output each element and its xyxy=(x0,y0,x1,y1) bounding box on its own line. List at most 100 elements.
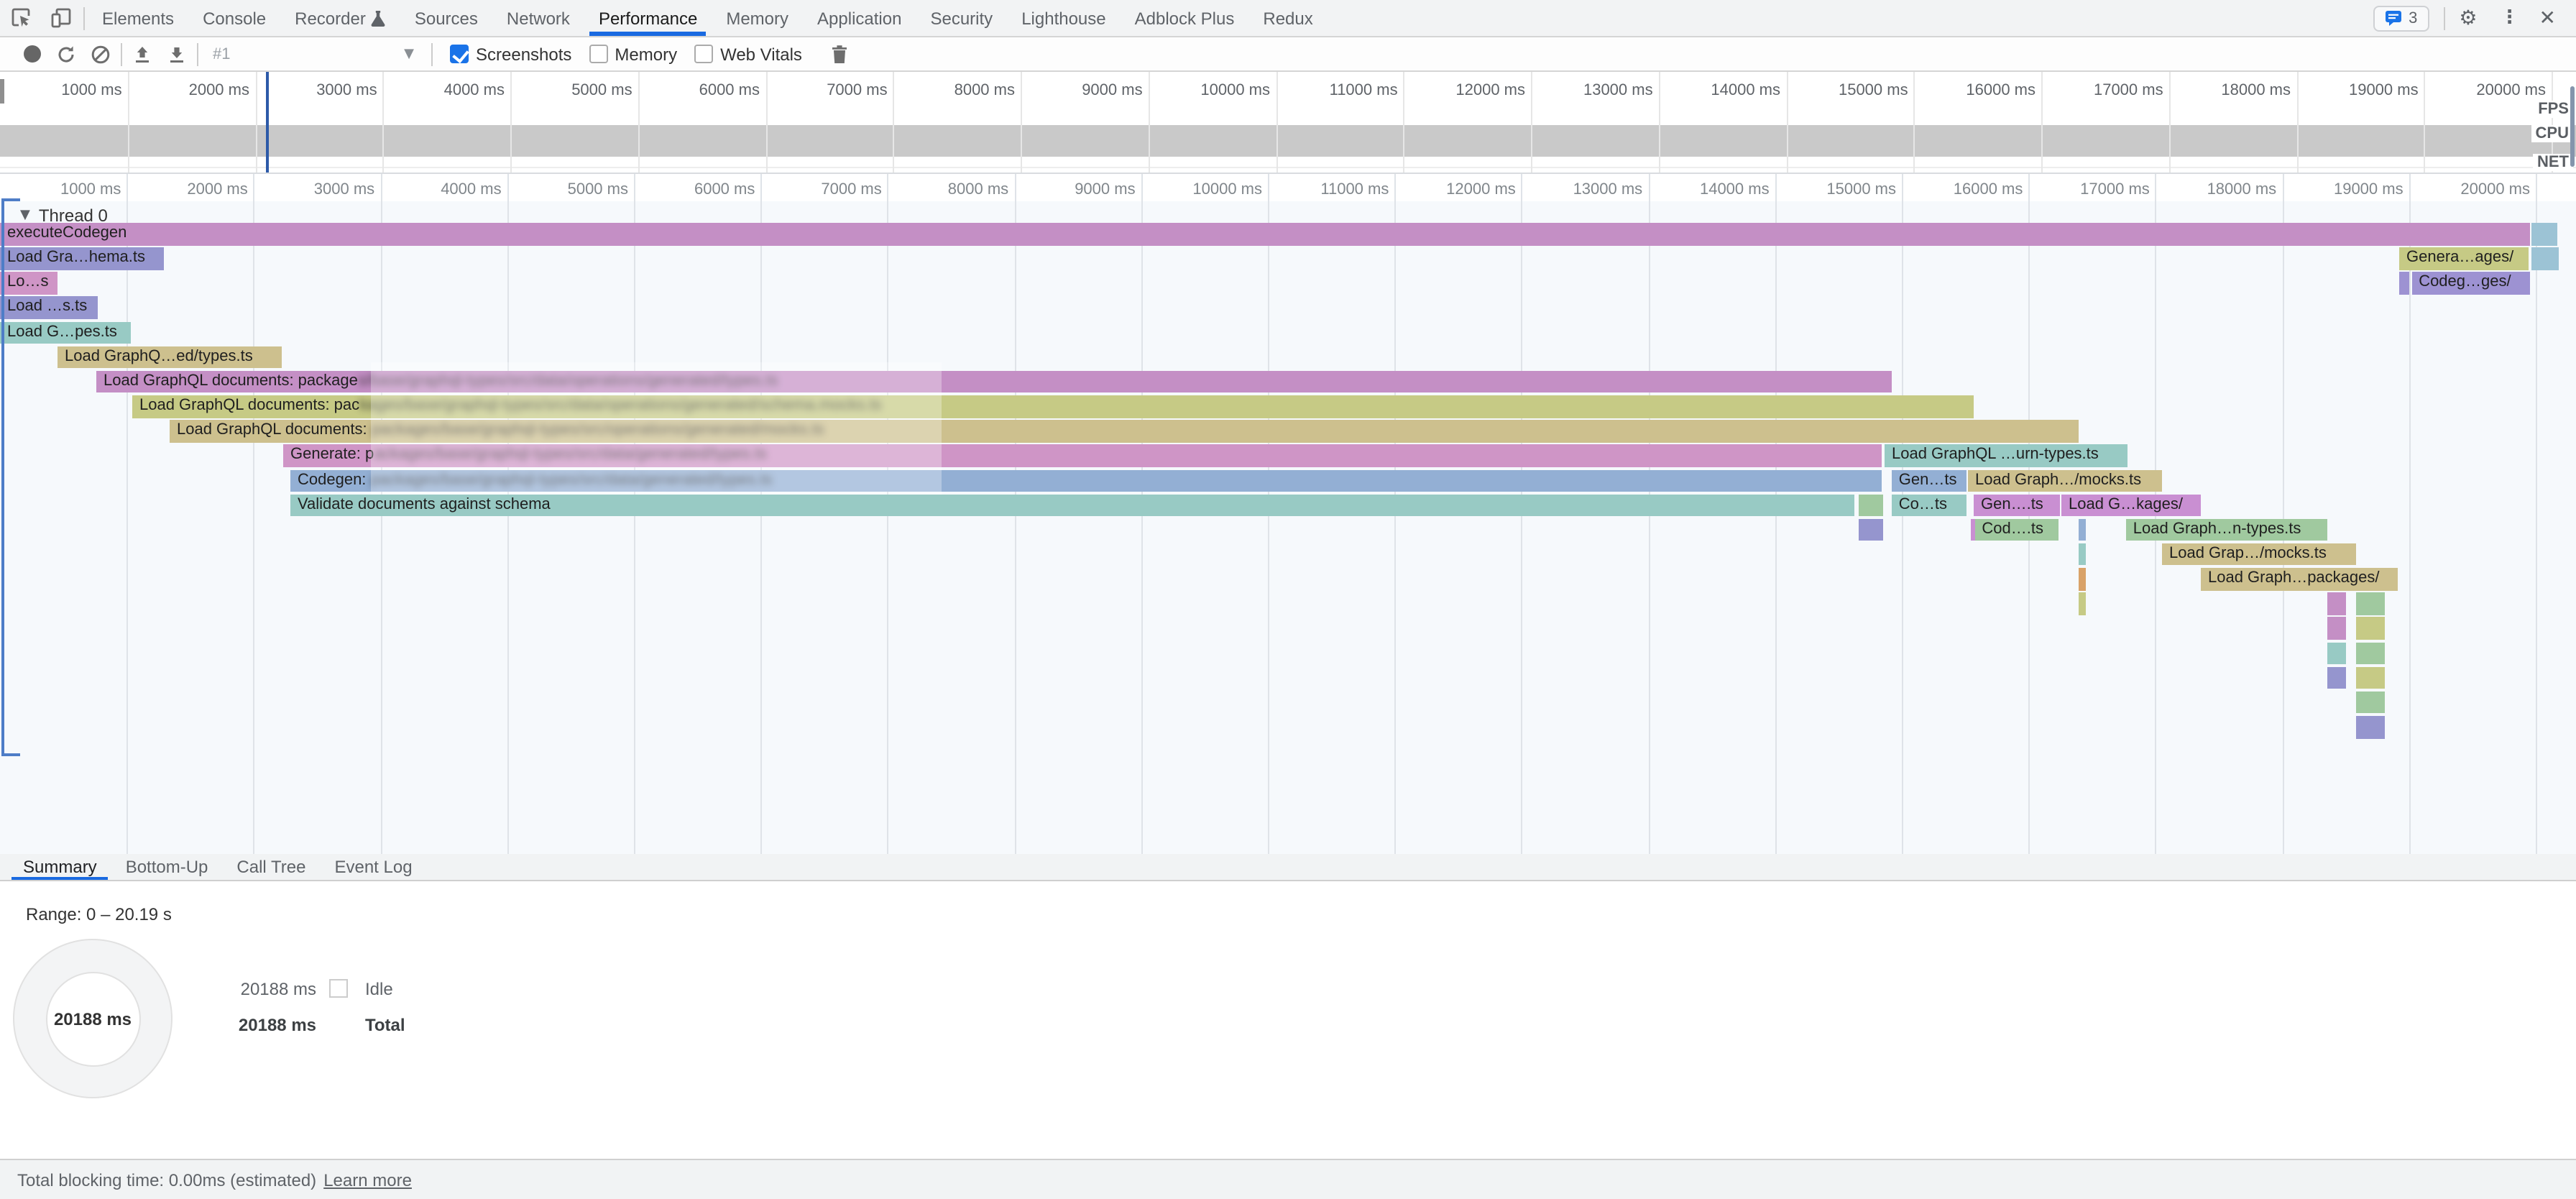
tab-label: Network xyxy=(507,8,570,28)
flame-bar-load-gra-hema-ts[interactable]: Load Gra…hema.ts xyxy=(0,247,164,270)
flame-bar-co-ts[interactable]: Co…ts xyxy=(1892,494,1966,516)
flame-bar-load-graph-n-types-ts[interactable]: Load Graph…n-types.ts xyxy=(2126,519,2327,541)
timeline-overview[interactable]: FPS CPU NET 1000 ms2000 ms3000 ms4000 ms… xyxy=(0,72,2576,174)
flame-bar[interactable] xyxy=(2531,223,2557,245)
details-tab-summary[interactable]: Summary xyxy=(9,854,111,880)
overview-scrollbar[interactable] xyxy=(2570,86,2575,167)
tab-elements[interactable]: Elements xyxy=(88,0,188,36)
selection-bracket[interactable] xyxy=(1,198,4,756)
flame-bar-codegen[interactable]: Codegen: packages/base/graphql-types/src… xyxy=(290,469,1882,492)
flame-bar[interactable] xyxy=(2079,519,2086,541)
screenshots-checkbox-box[interactable] xyxy=(450,45,469,63)
checkbox-web-vitals[interactable]: Web Vitals xyxy=(694,44,802,64)
inspect-element-icon[interactable] xyxy=(0,0,40,36)
tab-console[interactable]: Console xyxy=(188,0,280,36)
web-vitals-checkbox-box[interactable] xyxy=(694,45,713,63)
save-profile-icon[interactable] xyxy=(160,38,194,70)
tab-performance[interactable]: Performance xyxy=(584,0,712,36)
flame-bar-load-s-ts[interactable]: Load …s.ts xyxy=(0,297,98,319)
overview-tick-label: 19000 ms xyxy=(2349,82,2419,99)
flame-bar[interactable] xyxy=(2327,642,2346,664)
overview-tick-label: 14000 ms xyxy=(1711,82,1780,99)
flame-bar-generate-p[interactable]: Generate: packages/base/graphql-types/sr… xyxy=(283,445,1882,467)
overview-tick-label: 2000 ms xyxy=(189,82,249,99)
flame-bar-load-g-pes-ts[interactable]: Load G…pes.ts xyxy=(0,321,131,344)
flame-bar-load-graphql-documents-package[interactable]: Load GraphQL documents: packages/base/gr… xyxy=(96,371,1891,393)
tab-sources[interactable]: Sources xyxy=(400,0,492,36)
reload-and-record-button[interactable] xyxy=(49,38,83,70)
flame-bar[interactable] xyxy=(2327,617,2346,640)
tab-adblock-plus[interactable]: Adblock Plus xyxy=(1121,0,1249,36)
flame-bar-load-graphql-documents[interactable]: Load GraphQL documents: packages/base/gr… xyxy=(170,420,2079,442)
flame-bar-lo-s[interactable]: Lo…s xyxy=(0,272,58,295)
record-button[interactable] xyxy=(14,38,49,70)
ruler-tick-label: 6000 ms xyxy=(694,181,755,198)
tab-security[interactable]: Security xyxy=(916,0,1007,36)
details-tab-event-log[interactable]: Event Log xyxy=(320,854,426,880)
flame-bar-load-graphq-ed-types-ts[interactable]: Load GraphQ…ed/types.ts xyxy=(58,346,282,369)
tab-application[interactable]: Application xyxy=(803,0,916,36)
overview-left-handle[interactable] xyxy=(0,79,4,104)
flame-bar-load-graphql-urn-types-ts[interactable]: Load GraphQL …urn-types.ts xyxy=(1885,445,2128,467)
issues-badge[interactable]: 3 xyxy=(2373,5,2429,31)
flame-bar-load-g-kages[interactable]: Load G…kages/ xyxy=(2061,494,2201,516)
flame-bar[interactable] xyxy=(2356,617,2385,640)
flame-bar[interactable] xyxy=(2079,568,2086,590)
overview-grid-line xyxy=(2169,72,2171,173)
flame-chart[interactable]: ▼ Thread 0 executeCodegenLoad Gra…hema.t… xyxy=(0,201,2576,854)
flame-bar[interactable] xyxy=(2327,593,2346,615)
checkbox-memory[interactable]: Memory xyxy=(589,44,677,64)
details-tab-bottom-up[interactable]: Bottom-Up xyxy=(111,854,223,880)
overview-ruler-border xyxy=(0,167,2576,168)
tab-recorder[interactable]: Recorder xyxy=(280,0,400,36)
flame-bar[interactable] xyxy=(2356,593,2385,615)
flame-bar[interactable] xyxy=(2079,593,2086,615)
flame-bar-gen-ts[interactable]: Gen…ts xyxy=(1892,469,1966,492)
flame-bar-load-grap-mocks-ts[interactable]: Load Grap…/mocks.ts xyxy=(2162,543,2356,566)
flame-bar-cod-ts[interactable]: Cod….ts xyxy=(1974,519,2059,541)
flame-bar[interactable] xyxy=(2356,642,2385,664)
flame-bar-load-graph-packages[interactable]: Load Graph…packages/ xyxy=(2201,568,2398,590)
flame-bar-gen-ts[interactable]: Gen….ts xyxy=(1974,494,2060,516)
tab-network[interactable]: Network xyxy=(492,0,584,36)
flame-bar-load-graph-mocks-ts[interactable]: Load Graph…/mocks.ts xyxy=(1968,469,2162,492)
flame-bar[interactable] xyxy=(2531,247,2559,270)
settings-gear-icon[interactable]: ⚙ xyxy=(2447,6,2488,29)
flame-bar[interactable] xyxy=(1859,519,1883,541)
flame-bar[interactable] xyxy=(1859,494,1883,516)
flame-bar[interactable] xyxy=(2079,543,2086,566)
flame-bar[interactable] xyxy=(2327,666,2346,689)
flame-bar[interactable] xyxy=(2356,716,2385,738)
thread-header[interactable]: ▼ Thread 0 xyxy=(20,206,108,226)
tab-label: Performance xyxy=(599,8,697,28)
close-devtools-icon[interactable]: ✕ xyxy=(2531,6,2567,29)
overview-grid-line xyxy=(638,72,640,173)
flame-bar[interactable] xyxy=(2399,272,2409,295)
tab-redux[interactable]: Redux xyxy=(1248,0,1327,36)
flame-bar[interactable] xyxy=(2356,692,2385,714)
checkbox-screenshots[interactable]: Screenshots xyxy=(450,44,571,64)
overview-playhead[interactable] xyxy=(266,72,269,173)
memory-checkbox-box[interactable] xyxy=(589,45,607,63)
flame-chart-ruler[interactable]: 1000 ms2000 ms3000 ms4000 ms5000 ms6000 … xyxy=(0,174,2576,201)
more-options-icon[interactable]: ⋮ xyxy=(2489,7,2531,29)
flame-bar-validate-documents-against-schema[interactable]: Validate documents against schema xyxy=(290,494,1854,516)
device-toolbar-icon[interactable] xyxy=(40,0,80,36)
flame-bar-label: Load GraphQL documents: pac xyxy=(139,397,359,414)
profile-select[interactable]: #1 ▼ xyxy=(207,45,423,63)
flame-bar[interactable] xyxy=(2356,666,2385,689)
flame-bar-load-graphql-documents-pac[interactable]: Load GraphQL documents: packages/base/gr… xyxy=(132,395,1974,418)
flame-bar-genera-ages[interactable]: Genera…ages/ xyxy=(2399,247,2529,270)
tab-lighthouse[interactable]: Lighthouse xyxy=(1007,0,1120,36)
load-profile-icon[interactable] xyxy=(125,38,160,70)
flame-bar-codeg-ges[interactable]: Codeg…ges/ xyxy=(2411,272,2529,295)
flame-chart-region: 1000 ms2000 ms3000 ms4000 ms5000 ms6000 … xyxy=(0,174,2576,854)
clear-button[interactable] xyxy=(83,38,118,70)
learn-more-link[interactable]: Learn more xyxy=(323,1170,412,1190)
summary-pie-hole: 20188 ms xyxy=(45,971,140,1066)
details-tab-call-tree[interactable]: Call Tree xyxy=(222,854,320,880)
delete-recording-icon[interactable] xyxy=(822,38,857,70)
tab-memory[interactable]: Memory xyxy=(712,0,803,36)
flame-bar-executecodegen[interactable]: executeCodegen xyxy=(0,223,2529,245)
devtools-tabbar: ElementsConsoleRecorderSources Network Per… xyxy=(0,0,2576,37)
